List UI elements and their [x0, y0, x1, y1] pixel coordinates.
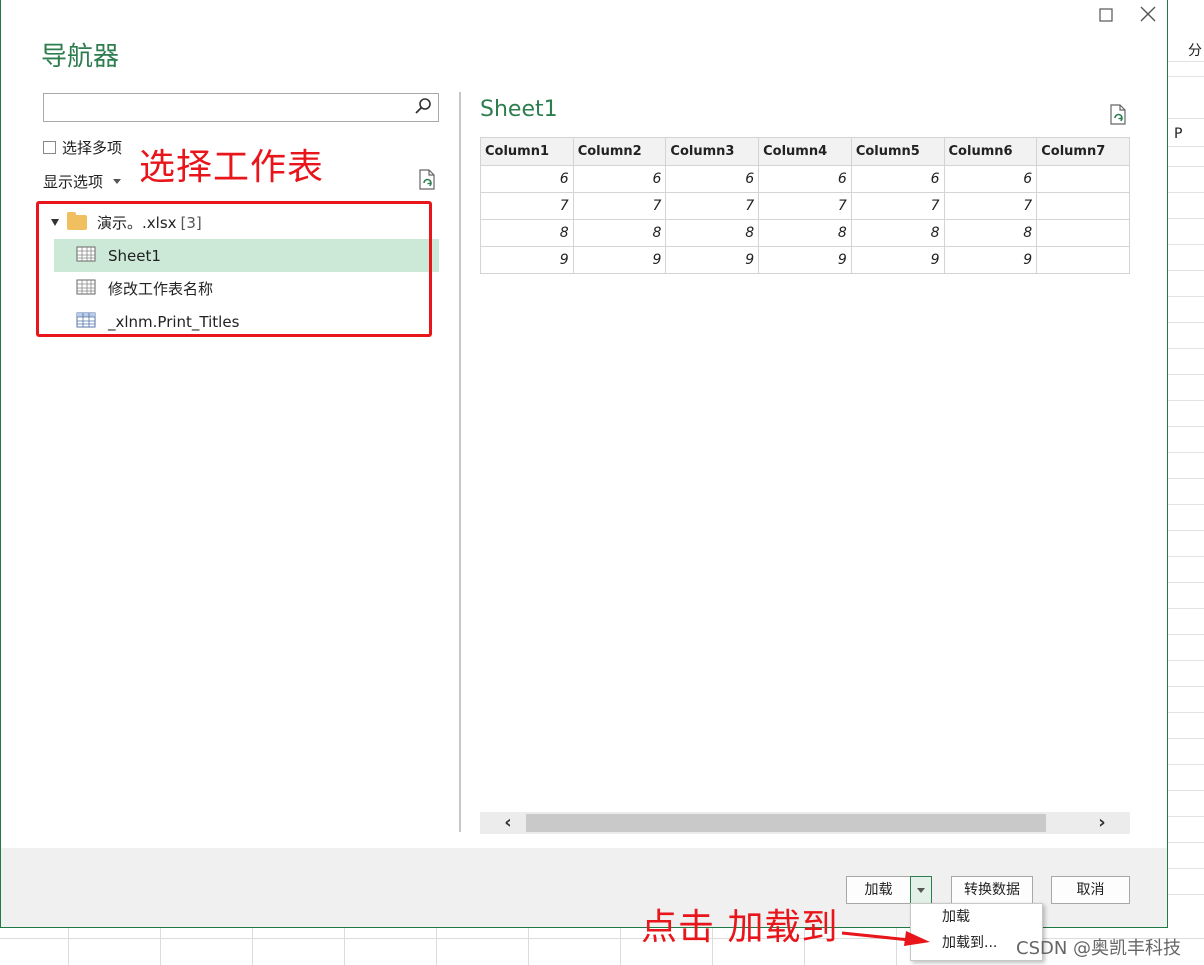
table-cell: 9 [943, 246, 1038, 274]
display-options-label: 显示选项 [43, 173, 104, 191]
refresh-preview-icon[interactable] [1108, 104, 1128, 130]
annotation-select-sheet: 选择工作表 [139, 147, 325, 188]
column-header[interactable]: Column2 [572, 137, 667, 166]
table-cell [1036, 219, 1130, 247]
table-cell: 6 [943, 165, 1038, 193]
table-row: 7 7 7 7 7 7 [480, 192, 1130, 220]
table-cell: 6 [572, 165, 667, 193]
cancel-button[interactable]: 取消 [1051, 876, 1130, 904]
search-icon[interactable] [414, 97, 432, 119]
load-button[interactable]: 加载 [846, 876, 911, 904]
close-icon [1140, 6, 1156, 22]
watermark: CSDN @奥凯丰科技 [1016, 938, 1182, 959]
preview-title: Sheet1 [480, 97, 558, 122]
select-multiple-label: 选择多项 [62, 139, 123, 157]
annotation-arrow-icon [840, 925, 932, 951]
table-cell: 7 [850, 192, 945, 220]
table-cell: 8 [758, 219, 852, 247]
column-header[interactable]: Column6 [943, 137, 1038, 166]
table-row: 6 6 6 6 6 6 [480, 165, 1130, 193]
chevron-down-icon [113, 179, 122, 184]
annotation-highlight-box [36, 201, 432, 337]
table-cell: 6 [850, 165, 945, 193]
scroll-left-icon[interactable]: ‹ [494, 812, 522, 834]
maximize-icon [1099, 8, 1113, 22]
dialog-title: 导航器 [41, 42, 120, 72]
search-box[interactable] [43, 93, 439, 122]
table-cell: 9 [758, 246, 852, 274]
table-cell: 8 [943, 219, 1038, 247]
table-cell: 7 [665, 192, 760, 220]
table-cell: 7 [758, 192, 852, 220]
table-cell: 9 [572, 246, 667, 274]
select-multiple-checkbox[interactable] [43, 141, 56, 154]
scroll-right-icon[interactable]: › [1088, 812, 1116, 834]
navigator-dialog: 导航器 选择多项 显示选项 选择工作表 演示。.xlsx [3] Sheet1 [0, 0, 1168, 928]
table-cell: 6 [480, 165, 574, 193]
table-cell: 8 [572, 219, 667, 247]
column-header[interactable]: Column4 [758, 137, 852, 166]
scrollbar-thumb[interactable] [526, 814, 1046, 832]
select-multiple-option[interactable]: 选择多项 [43, 137, 122, 158]
column-header[interactable]: Column1 [480, 137, 574, 166]
table-cell: 6 [758, 165, 852, 193]
background-cell-text: 分 [1188, 43, 1202, 59]
column-header[interactable]: Column5 [850, 137, 945, 166]
table-cell [1036, 246, 1130, 274]
search-input[interactable] [50, 94, 414, 122]
horizontal-scrollbar[interactable]: ‹ › [480, 812, 1130, 834]
table-cell: 9 [850, 246, 945, 274]
table-cell: 7 [572, 192, 667, 220]
table-cell: 9 [665, 246, 760, 274]
table-cell [1036, 165, 1130, 193]
table-row: 8 8 8 8 8 8 [480, 219, 1130, 247]
grid-header-row: Column1 Column2 Column3 Column4 Column5 … [480, 137, 1130, 166]
background-column-header: P [1174, 126, 1183, 142]
table-cell [1036, 192, 1130, 220]
pane-divider[interactable] [459, 92, 461, 832]
transform-data-button[interactable]: 转换数据 [951, 876, 1033, 904]
column-header[interactable]: Column3 [665, 137, 760, 166]
table-cell: 8 [480, 219, 574, 247]
column-header[interactable]: Column7 [1036, 137, 1130, 166]
table-cell: 7 [480, 192, 574, 220]
close-button[interactable] [1137, 6, 1159, 28]
load-dropdown-button[interactable] [910, 876, 932, 904]
annotation-click-load-to: 点击 加载到 [641, 907, 839, 948]
display-options-dropdown[interactable]: 显示选项 [43, 171, 122, 192]
chevron-down-icon [917, 888, 925, 893]
background-sheet: 分 P [1167, 0, 1204, 965]
table-row: 9 9 9 9 9 9 [480, 246, 1130, 274]
refresh-icon[interactable] [417, 169, 437, 195]
table-cell: 6 [665, 165, 760, 193]
maximize-button[interactable] [1095, 6, 1117, 28]
preview-grid: Column1 Column2 Column3 Column4 Column5 … [480, 137, 1130, 279]
table-cell: 9 [480, 246, 574, 274]
table-cell: 8 [665, 219, 760, 247]
table-cell: 7 [943, 192, 1038, 220]
table-cell: 8 [850, 219, 945, 247]
